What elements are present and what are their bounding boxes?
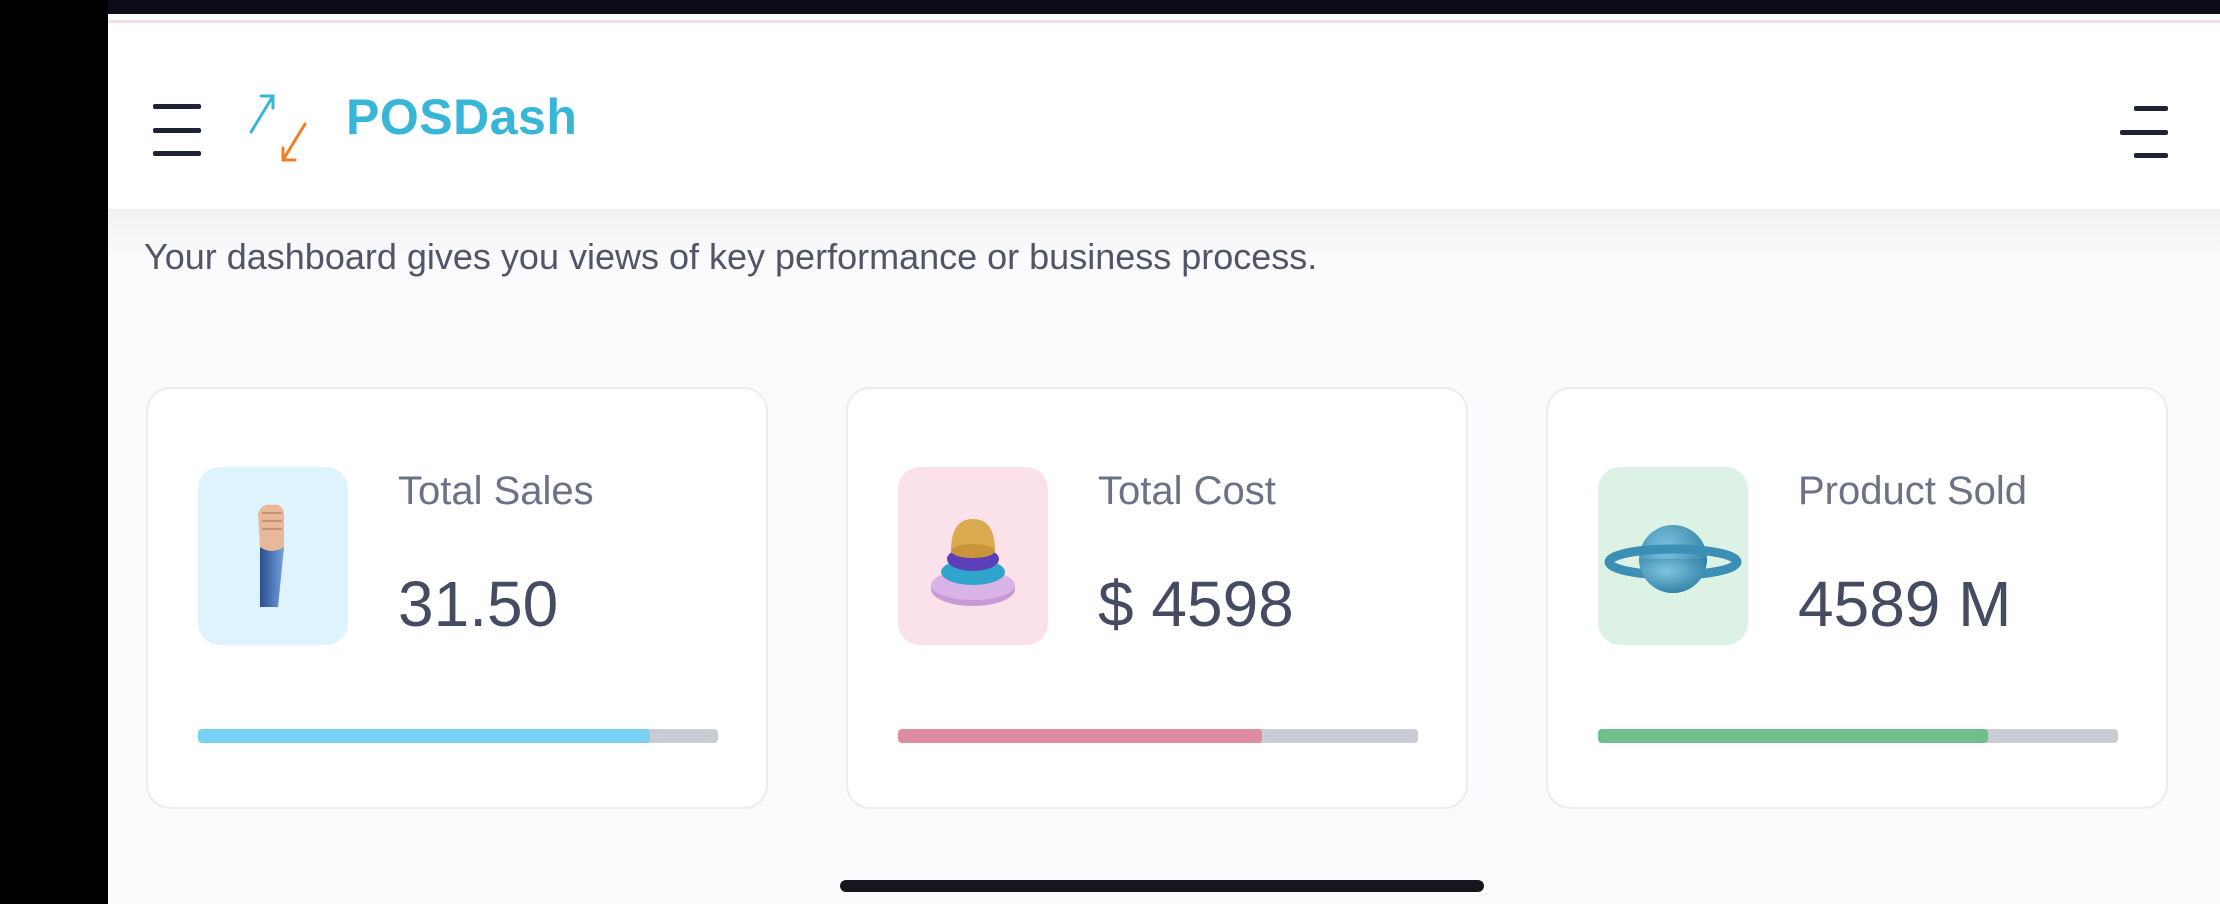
right-menu-icon[interactable] bbox=[2120, 106, 2168, 158]
top-header: POSDash bbox=[108, 24, 2220, 209]
progress-fill bbox=[1598, 729, 1988, 743]
total-cost-card[interactable]: Total Cost $ 4598 bbox=[846, 387, 1468, 809]
card-label: Total Cost bbox=[1098, 469, 1276, 513]
card-label: Total Sales bbox=[398, 469, 594, 513]
stacked-rings-icon bbox=[931, 519, 1015, 606]
home-indicator[interactable] bbox=[840, 880, 1484, 892]
product-sold-card[interactable]: Product Sold 4589 M bbox=[1546, 387, 2168, 809]
progress-bar bbox=[898, 729, 1418, 743]
left-bezel bbox=[0, 0, 108, 904]
card-icon-container bbox=[1598, 467, 1748, 645]
card-value: $ 4598 bbox=[1098, 568, 1294, 640]
total-sales-card[interactable]: Total Sales 31.50 bbox=[146, 387, 768, 809]
page-subtitle: Your dashboard gives you views of key pe… bbox=[144, 236, 1318, 277]
top-divider bbox=[108, 20, 2220, 23]
card-value: 31.50 bbox=[398, 568, 559, 640]
progress-bar bbox=[198, 729, 718, 743]
card-icon-container bbox=[198, 467, 348, 645]
progress-bar bbox=[1598, 729, 2118, 743]
brand-name[interactable]: POSDash bbox=[346, 88, 577, 146]
app-screen: POSDash Your dashboard gives you views o… bbox=[108, 14, 2220, 904]
progress-fill bbox=[898, 729, 1262, 743]
progress-fill bbox=[198, 729, 651, 743]
card-value: 4589 M bbox=[1798, 568, 2012, 640]
hamburger-menu-icon[interactable] bbox=[153, 104, 201, 156]
planet-icon bbox=[1604, 525, 1742, 593]
card-label: Product Sold bbox=[1798, 469, 2028, 513]
raised-fist-icon bbox=[258, 504, 284, 607]
card-icon-container bbox=[898, 467, 1048, 645]
logo-icon bbox=[249, 94, 307, 162]
